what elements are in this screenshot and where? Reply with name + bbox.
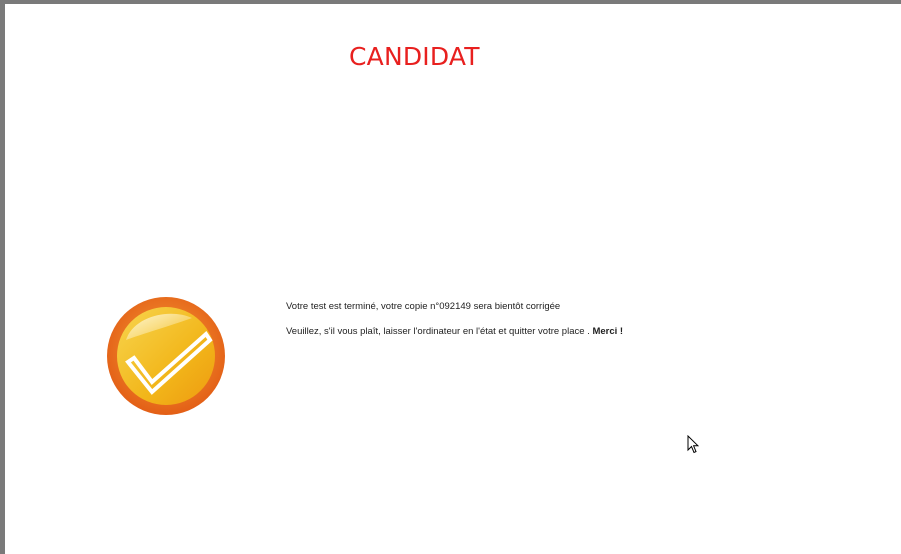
page-title: CANDIDAT	[349, 42, 480, 71]
completion-message: Votre test est terminé, votre copie n°09…	[286, 300, 623, 350]
page-frame: CANDIDAT Votre test est terminé, votre c…	[0, 0, 901, 554]
message-line-1: Votre test est terminé, votre copie n°09…	[286, 301, 561, 312]
thanks-text: Merci !	[592, 326, 624, 337]
check-badge-icon	[107, 297, 225, 415]
message-line-2: Veuillez, s'il vous plaît, laisser l'ord…	[286, 325, 623, 338]
mouse-pointer-icon	[687, 435, 699, 454]
message-line-2-text: Veuillez, s'il vous plaît, laisser l'ord…	[286, 326, 590, 337]
